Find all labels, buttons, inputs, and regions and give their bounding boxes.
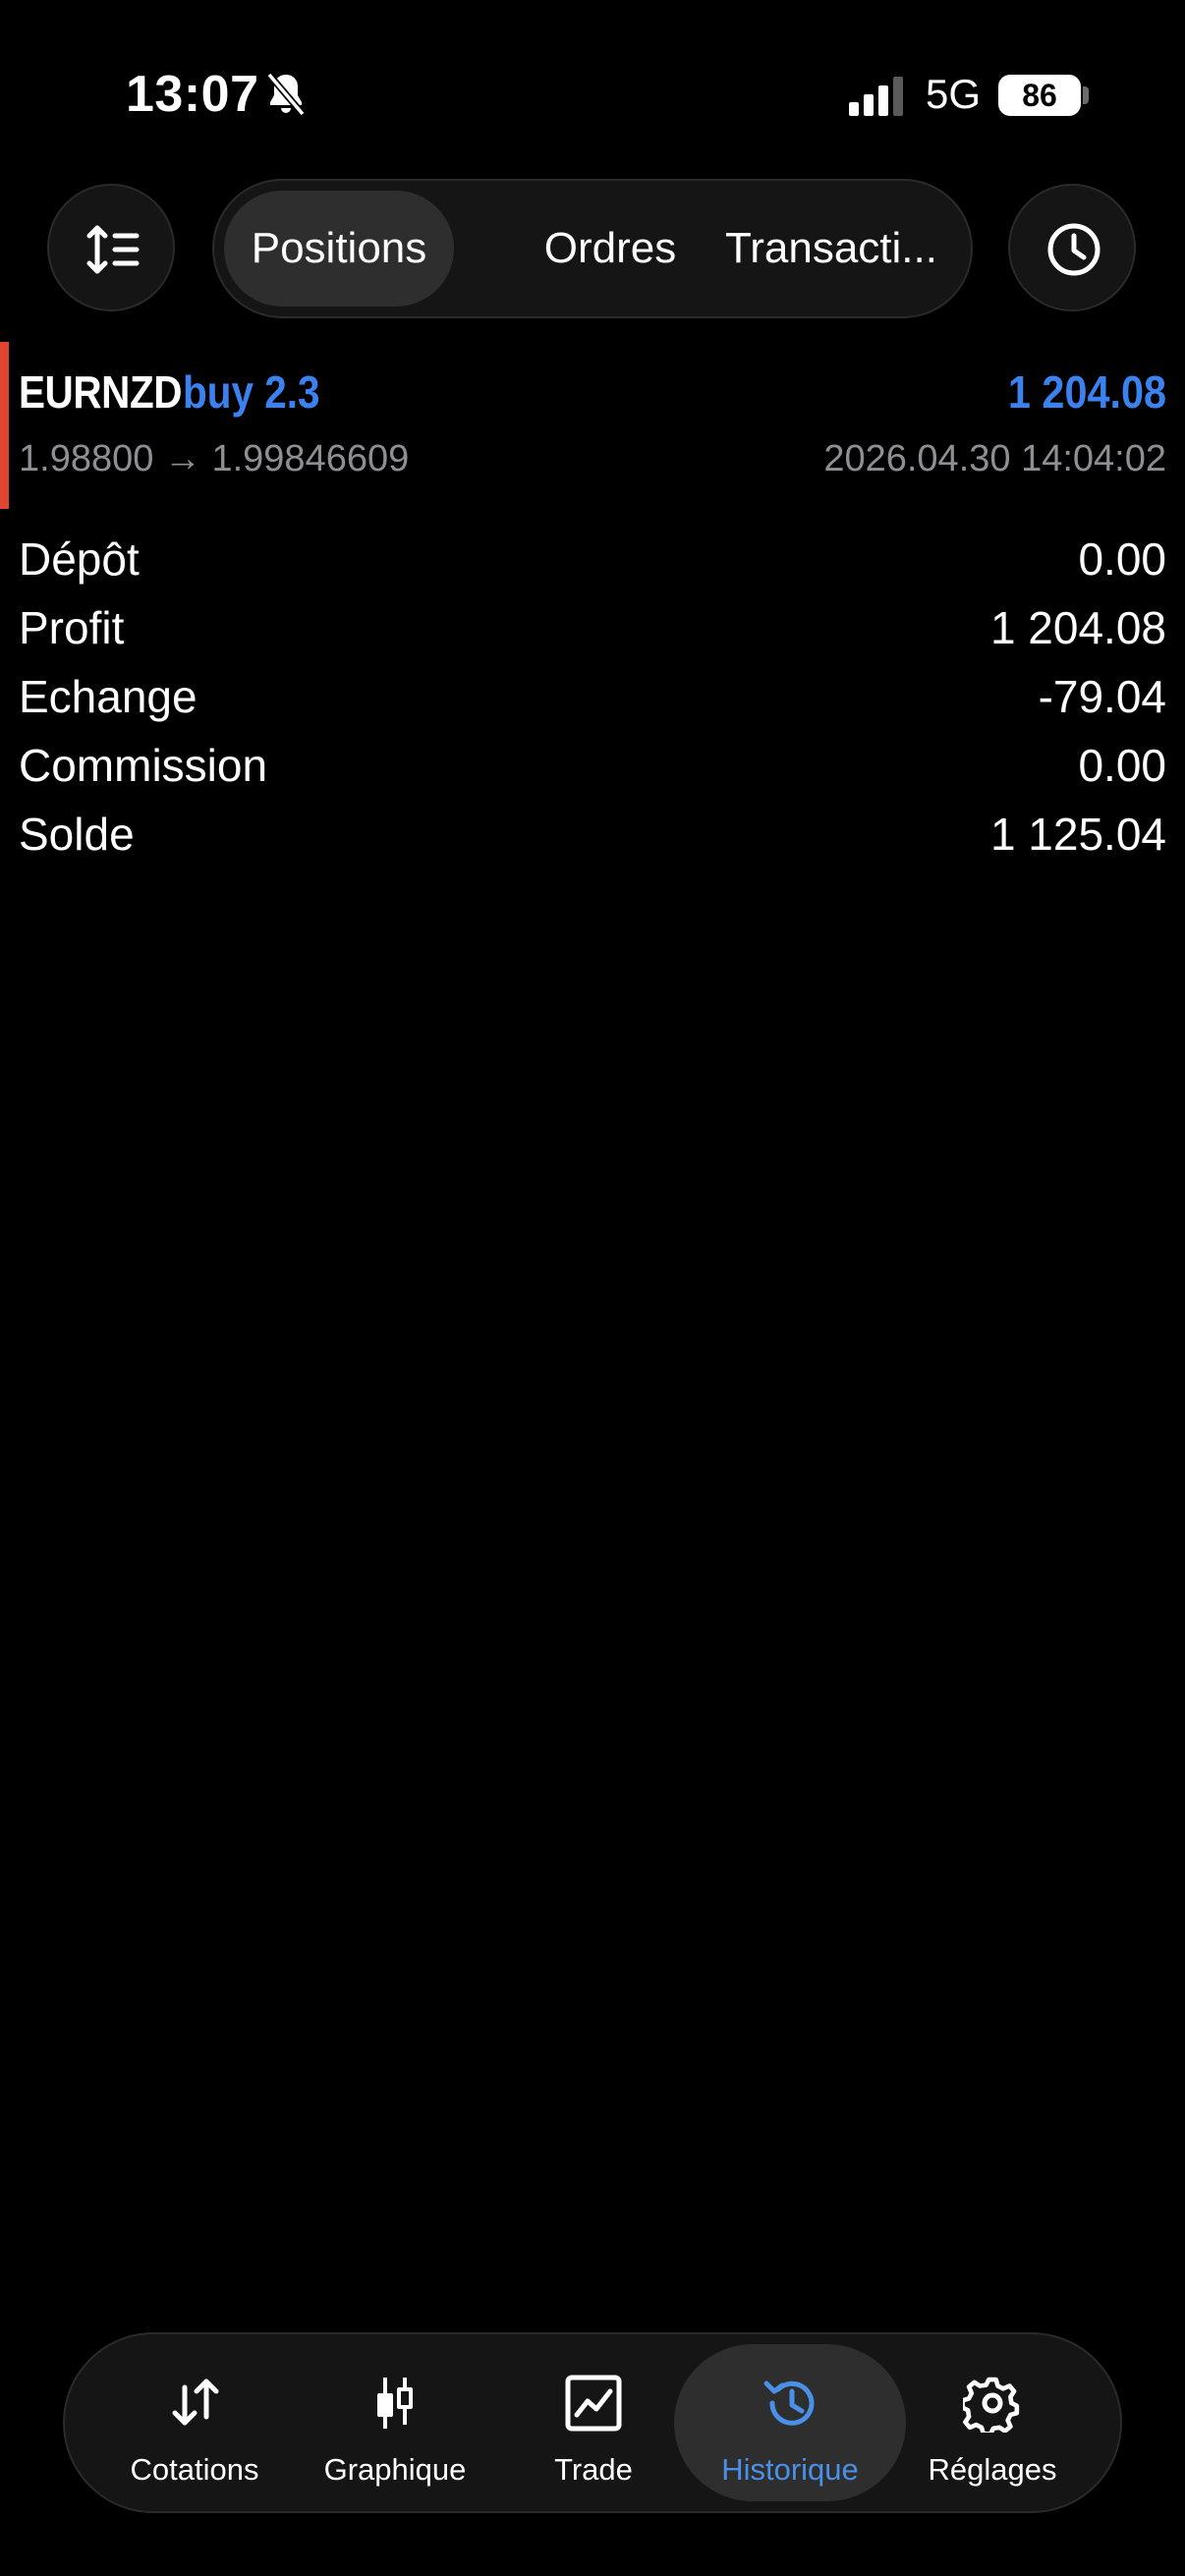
network-type: 5G [926, 71, 982, 117]
battery-level: 86 [1022, 78, 1057, 113]
nav-item-cotations[interactable]: Cotations [79, 2344, 310, 2501]
history-icon [763, 2380, 815, 2426]
history-type-tabs: Positions Ordres Transacti... [212, 179, 973, 318]
nav-item-historique[interactable]: Historique [674, 2344, 906, 2501]
sort-button[interactable] [47, 184, 175, 311]
nav-label: Graphique [323, 2452, 467, 2487]
summary-row-profit: Profit 1 204.08 [19, 595, 1166, 664]
arrows-up-down-icon [172, 2379, 219, 2426]
sort-icon [86, 225, 140, 274]
nav-label: Réglages [928, 2452, 1057, 2487]
summary-label: Profit [19, 602, 125, 653]
summary-value: -79.04 [1038, 671, 1166, 722]
clock-icon [1047, 223, 1100, 276]
summary-row-solde: Solde 1 125.04 [19, 802, 1166, 870]
tab-ordres[interactable]: Ordres [487, 191, 733, 307]
period-button[interactable] [1008, 184, 1136, 311]
status-time: 13:07 [126, 66, 259, 123]
nav-label: Cotations [130, 2452, 259, 2487]
summary-value: 0.00 [1078, 533, 1166, 585]
line-chart-icon [565, 2375, 622, 2432]
tab-transactions[interactable]: Transacti... [725, 191, 961, 307]
battery-cap [1083, 86, 1089, 104]
position-side: buy 2.3 [183, 366, 320, 418]
summary-row-depot: Dépôt 0.00 [19, 527, 1166, 595]
gear-icon [963, 2377, 1020, 2433]
summary-label: Echange [19, 671, 198, 722]
position-symbol: EURNZD [19, 366, 183, 418]
position-time: 2026.04.30 14:04:02 [823, 438, 1166, 479]
bell-slash-icon [266, 72, 306, 117]
battery-indicator: 86 [998, 75, 1081, 116]
nav-item-reglages[interactable]: Réglages [876, 2344, 1108, 2501]
tab-positions[interactable]: Positions [224, 191, 454, 307]
nav-item-graphique[interactable]: Graphique [279, 2344, 511, 2501]
summary-list: Dépôt 0.00 Profit 1 204.08 Echange -79.0… [19, 527, 1166, 870]
summary-label: Dépôt [19, 533, 140, 585]
summary-value: 0.00 [1078, 740, 1166, 791]
bottom-nav: Cotations Graphique Trade Historique Rég… [63, 2332, 1122, 2513]
summary-value: 1 125.04 [989, 809, 1166, 860]
summary-label: Commission [19, 740, 268, 791]
summary-row-commission: Commission 0.00 [19, 733, 1166, 802]
summary-row-echange: Echange -79.04 [19, 664, 1166, 733]
position-profit: 1 204.08 [1007, 366, 1166, 418]
candlestick-icon [377, 2378, 413, 2429]
position-marker [0, 342, 9, 509]
status-bar: 13:07 5G 86 [0, 0, 1185, 196]
nav-label: Historique [721, 2452, 859, 2487]
position-prices: 1.98800 → 1.99846609 [19, 438, 410, 479]
summary-label: Solde [19, 809, 135, 860]
cellular-signal-icon [849, 77, 903, 116]
summary-value: 1 204.08 [989, 602, 1166, 653]
